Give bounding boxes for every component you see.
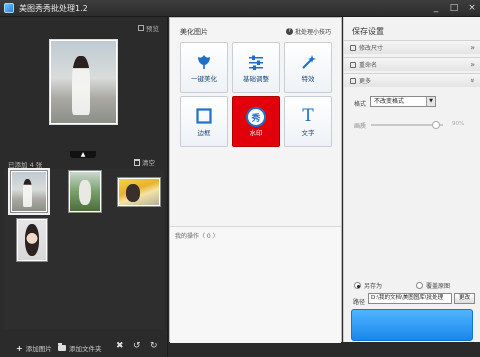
tile-label: 文字 [301, 129, 315, 137]
thumbnail-photo [119, 179, 159, 205]
rotate-right-button[interactable]: ↻ [150, 341, 158, 351]
add-folder-label: 添加文件夹 [69, 345, 102, 353]
thumbnail-2[interactable] [68, 170, 102, 213]
chevron-right-icon: » [470, 60, 475, 69]
rename-icon [350, 61, 356, 68]
accordion-label: 更多 [359, 78, 372, 85]
format-label: 格式 [354, 101, 367, 108]
collapse-preview-button[interactable]: ▲ [70, 151, 96, 158]
close-button[interactable]: × [467, 2, 477, 14]
xiu-stamp-icon: 秀 [246, 107, 266, 127]
add-folder-button[interactable]: 添加文件夹 [58, 343, 102, 353]
maximize-button[interactable]: □ [449, 2, 459, 14]
rotate-left-button[interactable]: ↺ [133, 341, 141, 351]
save-as-label: 另存为 [364, 283, 383, 290]
save-as-option[interactable]: 另存为 [354, 281, 382, 290]
folder-icon [58, 343, 66, 351]
tile-label: 基础调整 [243, 75, 269, 83]
quality-value: 90% [452, 121, 465, 127]
tile-text[interactable]: T 文字 [284, 96, 332, 147]
accordion-resize[interactable]: 修改尺寸 » [344, 40, 480, 54]
batch-tips-link[interactable]: ? 批处理小技巧 [285, 27, 331, 36]
chevron-down-icon: ▼ [426, 97, 435, 106]
resize-icon [350, 44, 356, 51]
image-list-toolbar: + 添加图片 添加文件夹 ✖ ↺ ↻ [0, 338, 168, 357]
format-select[interactable]: 不改变格式 ▼ [370, 96, 436, 107]
thumbnail-grid [4, 168, 164, 329]
beautify-header: 美化图片 ? 批处理小技巧 [170, 18, 341, 40]
quality-slider-handle[interactable] [431, 121, 440, 129]
delete-image-button[interactable]: ✖ [116, 341, 124, 351]
overwrite-radio[interactable] [416, 282, 423, 289]
tile-watermark[interactable]: 秀 水印 [232, 96, 280, 147]
batch-tips-label: 批处理小技巧 [294, 29, 331, 36]
preview-photo [51, 41, 116, 123]
accordion-label: 修改尺寸 [359, 45, 384, 52]
window-controls: _ □ × [431, 2, 477, 14]
app-title: 美图秀秀批处理1.2 [19, 3, 88, 13]
tile-basic-adjust[interactable]: 基础调整 [232, 42, 280, 93]
add-image-label: 添加图片 [25, 345, 52, 353]
t-glyph: T [302, 106, 314, 126]
my-operations-area: 我的操作（ 0 ） [170, 226, 341, 343]
flower-icon [195, 53, 213, 71]
overwrite-label: 覆盖原图 [426, 283, 451, 290]
chevron-down-icon: » [468, 78, 478, 83]
more-icon [350, 77, 356, 84]
save-settings-title: 保存设置 [352, 27, 384, 36]
save-button[interactable] [351, 309, 473, 341]
magic-wand-icon [299, 53, 317, 71]
tile-label: 水印 [249, 129, 263, 137]
quality-label: 画质 [354, 123, 367, 130]
thumbnail-1[interactable] [8, 168, 50, 215]
save-settings-panel: 保存设置 修改尺寸 » 重命名 » 更多 » 格式 不改变格式 ▼ 画质 90%… [343, 17, 480, 342]
add-image-button[interactable]: + 添加图片 [16, 343, 52, 354]
image-list-panel: 预览 ▲ 已添加 4 张 清空 + 添加图片 添加文件夹 ✖ ↺ ↻ [0, 17, 168, 357]
title-bar: 美图秀秀批处理1.2 _ □ × [0, 0, 480, 17]
image-count-label: 已添加 4 张 [8, 161, 43, 169]
trash-icon [134, 158, 140, 166]
preview-label: 预览 [146, 25, 159, 33]
preview-icon [138, 25, 144, 31]
thumbnail-photo [70, 172, 100, 211]
format-value: 不改变格式 [374, 98, 405, 105]
clear-label: 清空 [142, 159, 155, 167]
accordion-more[interactable]: 更多 » [344, 73, 480, 87]
thumbnail-4[interactable] [16, 218, 48, 262]
path-label: 路径 [353, 299, 366, 306]
plus-icon: + [16, 343, 23, 353]
tile-effects[interactable]: 特效 [284, 42, 332, 93]
quality-slider[interactable] [371, 121, 443, 129]
chevron-right-icon: » [470, 43, 475, 52]
help-icon: ? [285, 28, 293, 35]
preview-image [49, 39, 118, 125]
frame-icon [195, 107, 213, 125]
minimize-button[interactable]: _ [431, 2, 441, 14]
tile-label: 特效 [301, 75, 315, 83]
app-icon [4, 3, 14, 13]
save-as-radio[interactable] [354, 282, 361, 289]
my-operations-label: 我的操作（ 0 ） [175, 233, 219, 240]
tile-label: 边框 [197, 129, 211, 137]
xiu-glyph: 秀 [251, 113, 261, 124]
path-field[interactable]: D:\我的文档\美图图库\批处理 [368, 293, 452, 304]
sliders-icon [247, 53, 265, 71]
tile-label: 一键美化 [191, 75, 217, 83]
tile-one-click-beautify[interactable]: 一键美化 [180, 42, 228, 93]
thumbnail-photo [18, 220, 46, 260]
change-path-button[interactable]: 更改 [454, 293, 475, 304]
beautify-title: 美化图片 [180, 28, 208, 36]
thumbnail-3[interactable] [117, 177, 161, 207]
tile-frame[interactable]: 边框 [180, 96, 228, 147]
accordion-label: 重命名 [359, 62, 378, 69]
overwrite-option[interactable]: 覆盖原图 [416, 281, 450, 290]
accordion-rename[interactable]: 重命名 » [344, 57, 480, 71]
beautify-panel: 美化图片 ? 批处理小技巧 一键美化 基础调整 特效 边框 秀 水印 T 文字 … [169, 17, 342, 343]
clear-button[interactable]: 清空 [134, 157, 155, 167]
text-T-icon: T [299, 106, 317, 126]
preview-toggle[interactable]: 预览 [138, 23, 159, 33]
thumbnail-photo [12, 172, 46, 211]
